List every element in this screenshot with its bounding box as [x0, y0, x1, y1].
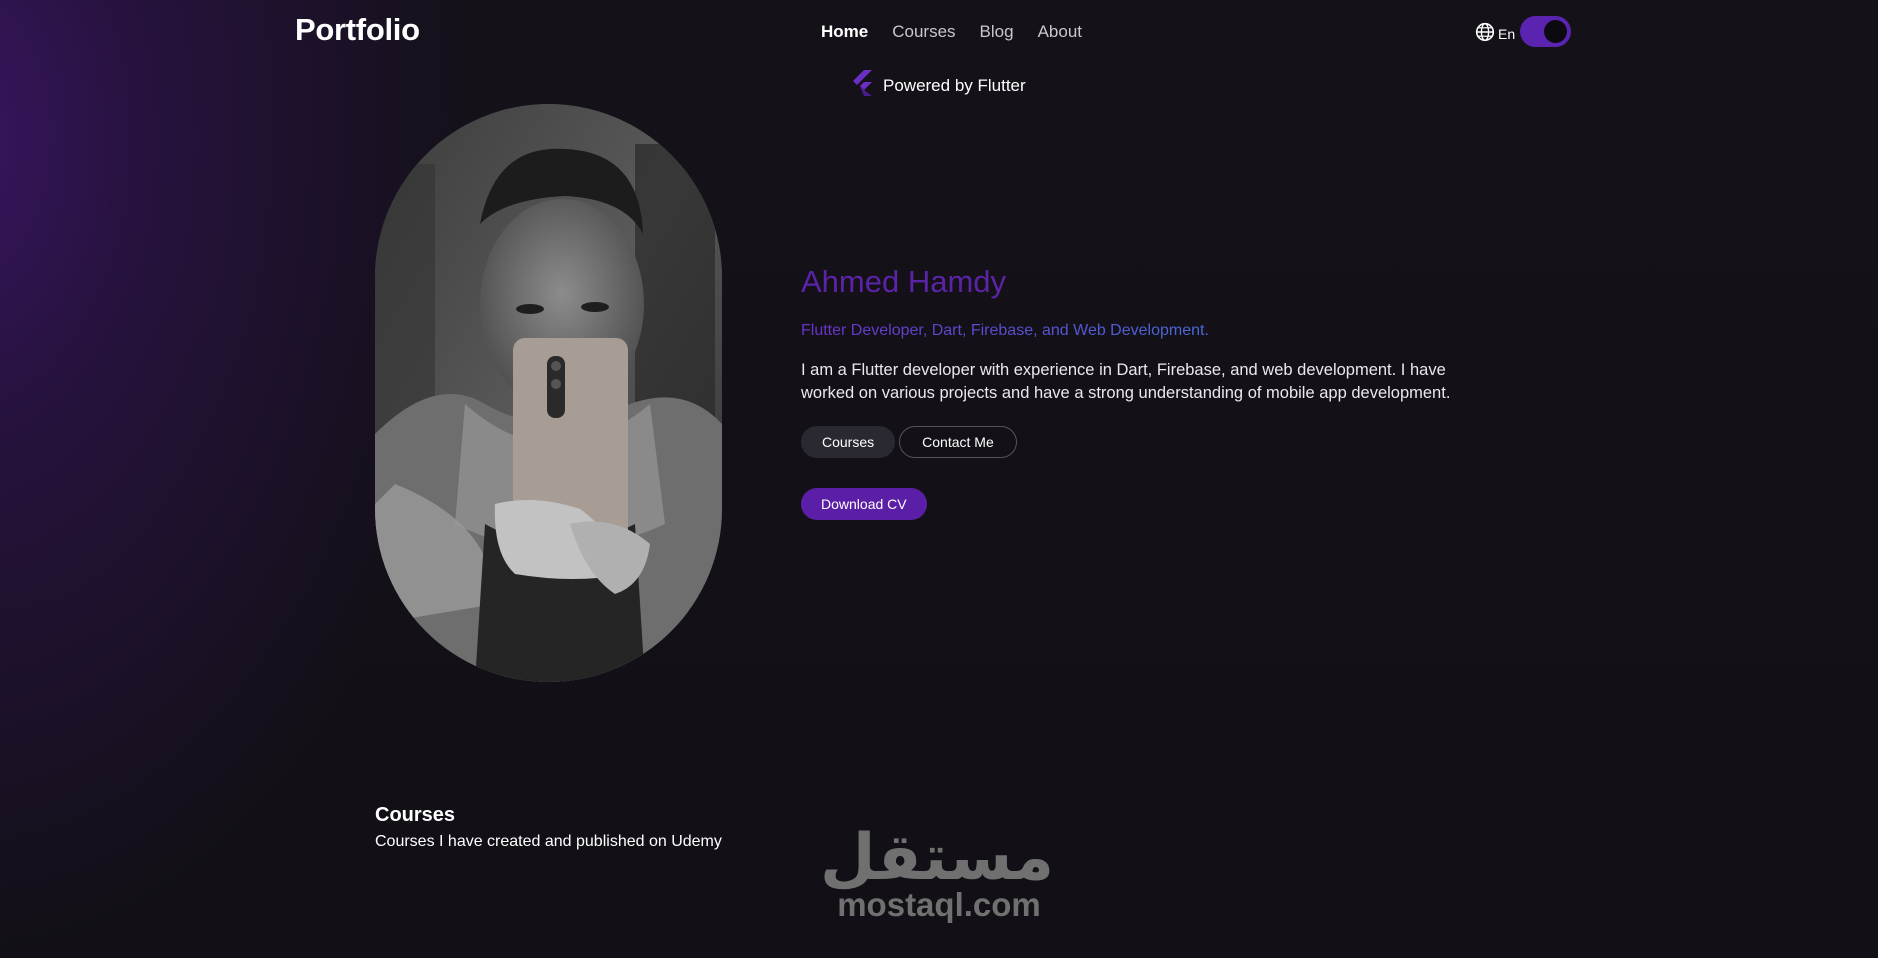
nav-courses[interactable]: Courses — [892, 22, 955, 42]
globe-icon — [1475, 22, 1495, 45]
language-label: En — [1498, 25, 1516, 42]
courses-button[interactable]: Courses — [801, 426, 896, 458]
nav-home[interactable]: Home — [821, 22, 868, 42]
powered-by-banner: Powered by Flutter — [851, 70, 1026, 101]
watermark: مستقل mostaql.com — [819, 821, 1056, 923]
contact-me-button[interactable]: Contact Me — [899, 426, 1017, 458]
hero-bio: I am a Flutter developer with experience… — [801, 361, 1451, 402]
hero-name: Ahmed Hamdy — [801, 264, 1007, 299]
theme-toggle[interactable] — [1520, 16, 1571, 47]
hero-actions: Courses Contact Me — [801, 426, 1017, 458]
nav-about[interactable]: About — [1038, 22, 1082, 42]
download-cv-button[interactable]: Download CV — [801, 488, 927, 520]
watermark-arabic: مستقل — [819, 821, 1056, 895]
main-nav: Home Courses Blog About — [821, 22, 1106, 42]
profile-photo — [375, 104, 722, 682]
courses-section-title: Courses — [375, 804, 456, 826]
toggle-knob — [1544, 20, 1567, 43]
flutter-logo-icon — [851, 70, 873, 101]
watermark-latin: mostaql.com — [837, 886, 1041, 923]
nav-blog[interactable]: Blog — [980, 22, 1014, 42]
hero-role: Flutter Developer, Dart, Firebase, and W… — [801, 322, 1209, 339]
language-selector[interactable]: En — [1475, 22, 1515, 45]
courses-section-subtitle: Courses I have created and published on … — [375, 833, 722, 850]
powered-by-text: Powered by Flutter — [883, 75, 1026, 95]
page: Portfolio Home Courses Blog About En Pow… — [0, 0, 1878, 958]
brand-logo[interactable]: Portfolio — [295, 12, 420, 48]
